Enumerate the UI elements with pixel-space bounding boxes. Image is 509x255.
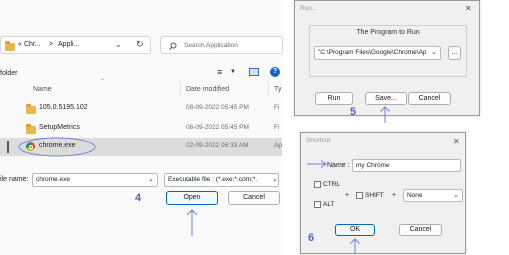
folder-icon xyxy=(5,41,15,51)
annotation-ellipse xyxy=(18,137,96,157)
column-divider[interactable] xyxy=(180,82,181,96)
group-label: The Program to Run xyxy=(356,29,420,36)
search-icon xyxy=(169,42,177,50)
cancel-button-label: Cancel xyxy=(418,95,441,102)
run-button-label: Run xyxy=(327,95,341,102)
chevron-down-icon[interactable]: ⌄ xyxy=(148,175,154,183)
file-name-input[interactable]: chrome.exe xyxy=(32,173,158,187)
selection-marker xyxy=(7,141,9,153)
plus-sign: + xyxy=(392,192,397,199)
run-dialog: Run... ✕ The Program to Run "C:\Program … xyxy=(294,0,480,116)
list-item[interactable]: 105.0.5195.102 08-09-2022 05:45 PM Fi xyxy=(0,100,282,118)
program-path-select[interactable]: "C:\Program Files\Google\Chrome\Ap xyxy=(314,46,441,60)
column-header-name[interactable]: Name xyxy=(33,86,52,93)
chevron-down-icon[interactable]: ⌄ xyxy=(115,40,122,49)
open-button-label: Open xyxy=(183,194,201,201)
step-number: 6 xyxy=(308,232,315,244)
view-options-icon[interactable]: ≡ xyxy=(217,67,222,77)
shift-checkbox[interactable] xyxy=(356,192,363,199)
search-box[interactable]: Search Application xyxy=(160,36,283,54)
key-select-value: None xyxy=(407,192,423,199)
open-button[interactable]: Open xyxy=(166,191,218,205)
file-date: 02-09-2022 06:33 AM xyxy=(186,142,249,149)
shortcut-name-input[interactable]: my Chrome xyxy=(352,159,461,172)
step-number: 5 xyxy=(350,106,357,118)
dialog-title: Shortcut xyxy=(306,137,331,144)
file-name: 105.0.5195.102 xyxy=(39,104,88,111)
file-type-select[interactable]: Executable file : (*.exe;*.com;*. xyxy=(164,173,279,187)
nav-pane-label[interactable]: folder xyxy=(0,70,18,77)
shift-label: SHIFT xyxy=(365,192,384,199)
file-name: SetupMetrics xyxy=(39,124,80,131)
close-icon[interactable]: ✕ xyxy=(453,138,460,146)
file-type-value: Executable file : (*.exe;*.com;*. xyxy=(168,176,258,183)
dialog-title: Run... xyxy=(300,5,318,12)
search-placeholder: Search Application xyxy=(184,42,238,49)
alt-label: ALT xyxy=(323,201,335,208)
annotation-arrow xyxy=(380,106,390,123)
file-name-value: chrome.exe xyxy=(36,176,70,183)
refresh-icon[interactable]: ↻ xyxy=(136,39,144,50)
breadcrumb-prefix: « xyxy=(18,41,22,48)
column-divider[interactable] xyxy=(268,82,269,96)
step-number: 4 xyxy=(135,192,142,204)
ctrl-label: CTRL xyxy=(323,181,340,188)
chevron-down-icon[interactable]: ⌄ xyxy=(431,48,437,56)
file-name-label: ile name: xyxy=(0,176,29,183)
chevron-down-icon[interactable]: ▼ xyxy=(230,69,236,75)
run-button[interactable]: Run xyxy=(315,92,353,105)
folder-icon xyxy=(26,124,36,134)
breadcrumb-item-application[interactable]: Appli... xyxy=(58,41,79,48)
save-button-label: Save... xyxy=(375,95,397,102)
ctrl-checkbox[interactable] xyxy=(314,181,321,188)
explorer-window: « Chr... > Appli... ⌄ ↻ Search Applicati… xyxy=(0,0,283,255)
cancel-button-label: Cancel xyxy=(409,226,432,233)
cancel-button[interactable]: Cancel xyxy=(228,191,280,205)
chevron-down-icon[interactable]: ⌄ xyxy=(272,175,278,183)
annotation-arrow xyxy=(350,238,360,254)
file-type: Fi xyxy=(274,124,280,131)
plus-sign: + xyxy=(345,192,350,199)
shortcut-dialog: Shortcut ✕ Name : my Chrome CTRL ALT + S… xyxy=(300,132,466,254)
cancel-button[interactable]: Cancel xyxy=(399,224,442,236)
name-label: Name : xyxy=(327,162,350,169)
annotation-arrow xyxy=(186,209,198,236)
chevron-down-icon[interactable]: ⌄ xyxy=(453,191,459,199)
column-header-date[interactable]: Date modified xyxy=(186,86,229,93)
program-group: The Program to Run "C:\Program Files\Goo… xyxy=(309,25,467,77)
file-date: 08-09-2022 05:45 PM xyxy=(186,124,249,131)
folder-icon xyxy=(26,104,36,114)
shortcut-name-value: my Chrome xyxy=(356,162,390,169)
file-type: Fi xyxy=(274,104,280,111)
help-icon[interactable]: ? xyxy=(270,67,280,77)
file-type: Ap xyxy=(274,142,282,149)
breadcrumb-item-chrome[interactable]: Chr... xyxy=(24,41,41,48)
ok-button-label: OK xyxy=(349,226,361,233)
breadcrumb-separator: > xyxy=(49,41,54,48)
preview-pane-icon[interactable] xyxy=(249,68,259,76)
browse-button[interactable]: ... xyxy=(448,46,461,60)
cancel-button[interactable]: Cancel xyxy=(408,92,451,105)
address-bar[interactable]: « Chr... > Appli... ⌄ ↻ xyxy=(0,36,151,54)
browse-button-label: ... xyxy=(451,49,458,56)
program-path-value: "C:\Program Files\Google\Chrome\Ap xyxy=(318,49,427,56)
cancel-button-label: Cancel xyxy=(243,194,265,201)
close-icon[interactable]: ✕ xyxy=(465,5,472,13)
file-date: 08-09-2022 05:45 PM xyxy=(186,104,249,111)
alt-checkbox[interactable] xyxy=(314,201,321,208)
sort-up-icon: ⌃ xyxy=(100,79,106,85)
annotation-arrow xyxy=(307,160,327,168)
save-button[interactable]: Save... xyxy=(365,92,407,105)
column-header-type[interactable]: Ty xyxy=(274,86,281,93)
ok-button[interactable]: OK xyxy=(335,224,375,236)
